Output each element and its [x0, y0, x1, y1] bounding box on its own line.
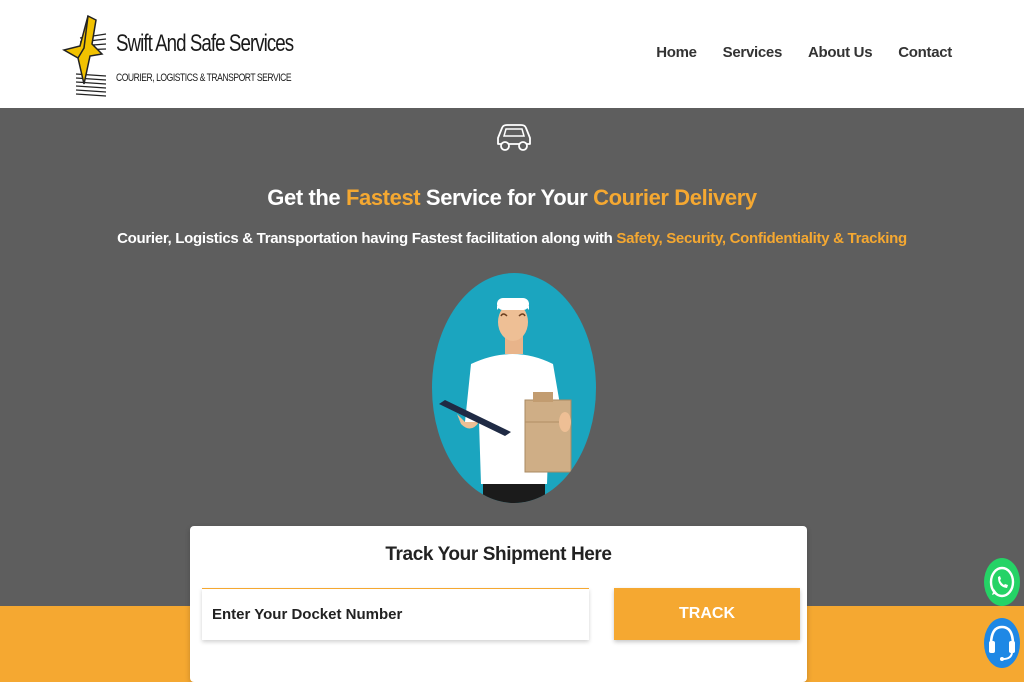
hero-subtitle-accent: Safety, Security, Confidentiality & Trac…: [616, 230, 907, 247]
nav-services[interactable]: Services: [723, 44, 783, 61]
delivery-man-illustration: [432, 273, 596, 503]
docket-number-input[interactable]: [202, 588, 589, 640]
hero-subtitle: Courier, Logistics & Transportation havi…: [0, 230, 1024, 247]
brand-tagline: COURIER, LOGISTICS & TRANSPORT SERVICE: [116, 72, 292, 84]
main-nav: Home Services About Us Contact: [656, 44, 952, 61]
nav-home[interactable]: Home: [656, 44, 697, 61]
headset-support-icon: [984, 618, 1020, 668]
nav-about-us[interactable]: About Us: [808, 44, 873, 61]
whatsapp-button[interactable]: [983, 557, 1021, 607]
track-title: Track Your Shipment Here: [385, 544, 612, 565]
whatsapp-icon: [984, 558, 1020, 606]
track-button[interactable]: TRACK: [614, 588, 800, 640]
hero-title: Get the Fastest Service for Your Courier…: [0, 185, 1024, 211]
car-icon: [497, 124, 531, 151]
brand-name: Swift And Safe Services: [116, 30, 294, 57]
brand-logo[interactable]: Swift And Safe Services COURIER, LOGISTI…: [62, 14, 294, 100]
hero-title-part2: Service for Your: [420, 185, 594, 210]
track-shipment-card: Track Your Shipment Here TRACK: [190, 526, 807, 682]
hero-title-part1: Get the: [267, 185, 346, 210]
hero-title-accent-courier: Courier Delivery: [593, 185, 757, 210]
support-button[interactable]: [983, 617, 1021, 669]
nav-contact[interactable]: Contact: [898, 44, 952, 61]
bird-logo-icon: [62, 14, 107, 97]
site-header: Swift And Safe Services COURIER, LOGISTI…: [0, 0, 1024, 108]
hero-subtitle-plain: Courier, Logistics & Transportation havi…: [117, 230, 617, 247]
hero-title-accent-fastest: Fastest: [345, 185, 421, 210]
